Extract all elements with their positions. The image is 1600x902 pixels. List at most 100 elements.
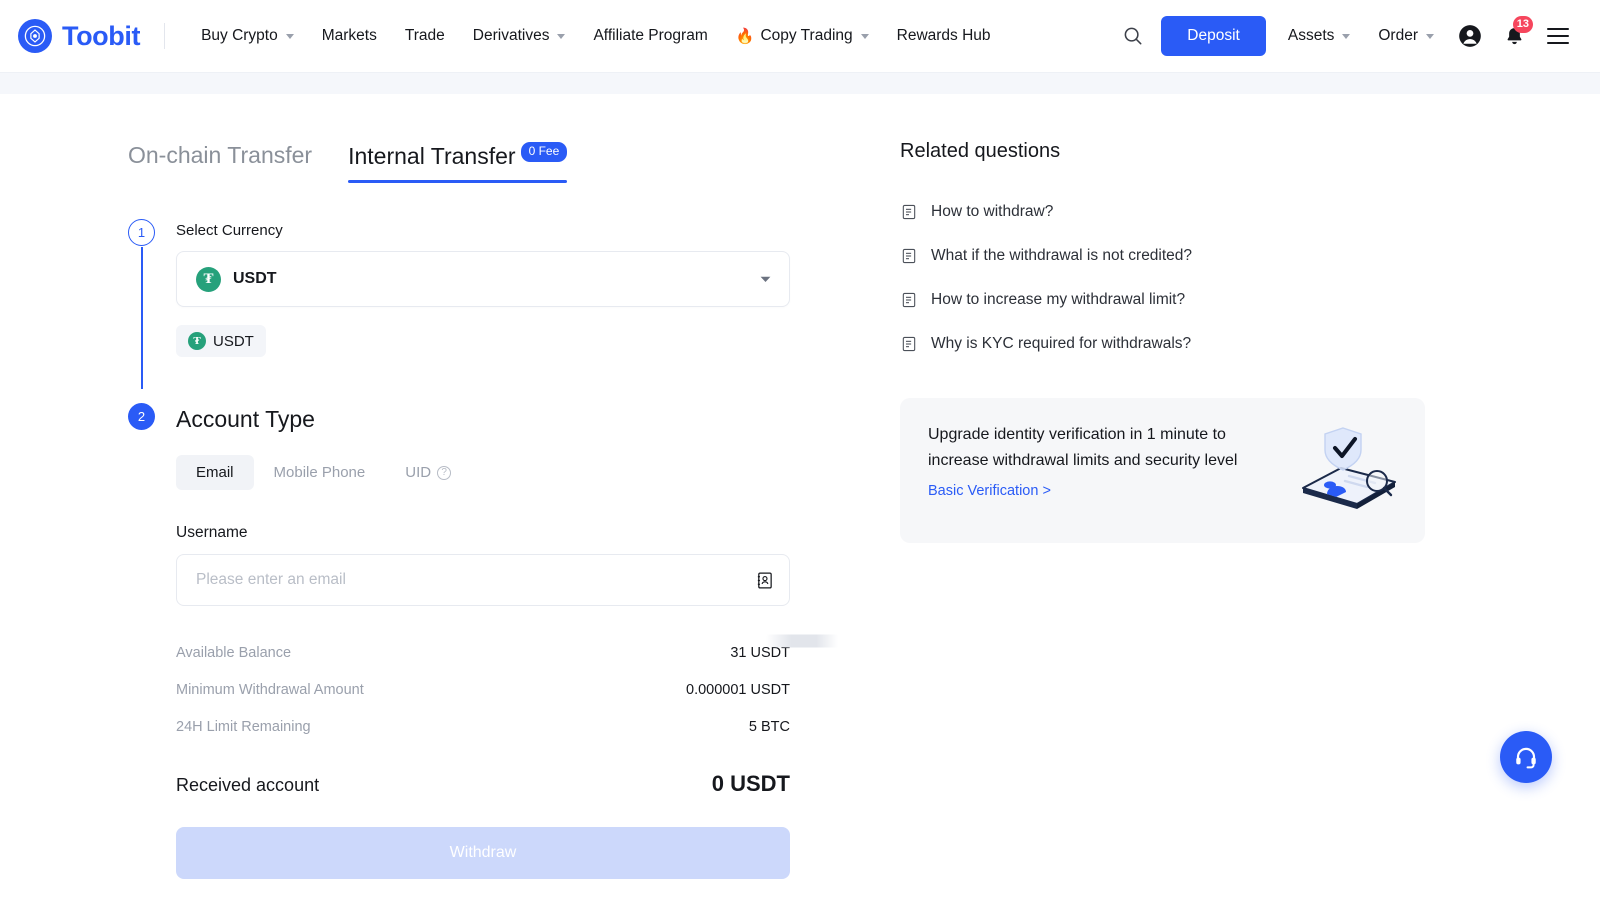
- received-account-value: 0 USDT: [712, 771, 790, 797]
- id-verification-illustration: [1297, 424, 1401, 521]
- nav-item-rewards-hub[interactable]: Rewards Hub: [883, 19, 1005, 53]
- kyc-card-text: Upgrade identity verification in 1 minut…: [928, 422, 1258, 474]
- info-row-24h-limit-remaining: 24H Limit Remaining 5 BTC: [176, 708, 790, 745]
- nav-label: Buy Crypto: [201, 27, 278, 45]
- nav-label: Copy Trading: [760, 27, 852, 45]
- tab-internal-transfer[interactable]: Internal Transfer0 Fee: [348, 142, 567, 183]
- nav-item-copy-trading[interactable]: 🔥 Copy Trading: [722, 19, 883, 53]
- chevron-down-icon: [1426, 34, 1434, 39]
- nav-label: Derivatives: [473, 27, 550, 45]
- step-2-content: Account Type Email Mobile Phone UID ?: [176, 403, 900, 879]
- related-questions-title: Related questions: [900, 140, 1460, 163]
- username-label: Username: [176, 524, 900, 542]
- toobit-logo-icon: [18, 19, 52, 53]
- username-input[interactable]: [196, 571, 754, 589]
- nav-label: Affiliate Program: [593, 27, 707, 45]
- info-value: 0.000001 USDT: [686, 682, 790, 698]
- fire-icon: 🔥: [736, 29, 755, 44]
- selected-currency: USDT: [233, 270, 277, 288]
- nav-item-buy-crypto[interactable]: Buy Crypto: [187, 19, 308, 53]
- kyc-card-body: Upgrade identity verification in 1 minut…: [928, 422, 1258, 500]
- network-chip-usdt[interactable]: ₮ USDT: [176, 325, 266, 357]
- search-button[interactable]: [1111, 14, 1155, 58]
- nav-item-affiliate-program[interactable]: Affiliate Program: [579, 19, 721, 53]
- select-currency-label: Select Currency: [176, 222, 900, 239]
- sidebar-help: Related questions How to withdraw?: [900, 94, 1460, 879]
- nav-item-markets[interactable]: Markets: [308, 19, 391, 53]
- brand-logo[interactable]: Toobit: [18, 19, 140, 53]
- step-2-bullet: 2: [128, 403, 155, 430]
- page-body: On-chain Transfer Internal Transfer0 Fee…: [0, 94, 1600, 879]
- related-question-kyc-required[interactable]: Why is KYC required for withdrawals?: [900, 322, 1460, 366]
- account-type-mobile-phone[interactable]: Mobile Phone: [254, 455, 386, 490]
- menu-button[interactable]: [1536, 14, 1580, 58]
- support-chat-button[interactable]: [1500, 731, 1552, 783]
- related-question-not-credited[interactable]: What if the withdrawal is not credited?: [900, 234, 1460, 278]
- headset-icon: [1513, 744, 1539, 770]
- info-key: Minimum Withdrawal Amount: [176, 682, 364, 698]
- hamburger-icon: [1547, 28, 1569, 44]
- address-book-icon[interactable]: [754, 570, 775, 591]
- usdt-icon: ₮: [196, 267, 221, 292]
- step-1-bullet: 1: [128, 219, 155, 246]
- segment-label: UID: [405, 464, 431, 481]
- nav-item-assets[interactable]: Assets: [1274, 19, 1365, 53]
- nav-item-trade[interactable]: Trade: [391, 19, 459, 53]
- notifications-button[interactable]: 13: [1492, 14, 1536, 58]
- info-key: 24H Limit Remaining: [176, 719, 311, 735]
- info-key: Available Balance: [176, 645, 291, 661]
- account-type-email[interactable]: Email: [176, 455, 254, 490]
- tab-label: On-chain Transfer: [128, 142, 312, 168]
- related-question-label: Why is KYC required for withdrawals?: [931, 335, 1191, 353]
- nav-label: Rewards Hub: [897, 27, 991, 45]
- tab-on-chain-transfer[interactable]: On-chain Transfer: [128, 142, 312, 182]
- nav-item-derivatives[interactable]: Derivatives: [459, 19, 580, 53]
- nav-item-order[interactable]: Order: [1364, 19, 1448, 53]
- currency-select[interactable]: ₮ USDT: [176, 251, 790, 307]
- balance-info-list: Available Balance 31 USDT Minimum Withdr…: [176, 634, 790, 745]
- site-header: Toobit Buy Crypto Markets Trade Derivati…: [0, 0, 1600, 72]
- user-avatar-icon: [1457, 23, 1483, 49]
- account-type-segmented-control: Email Mobile Phone UID ?: [176, 455, 900, 490]
- kyc-upgrade-card[interactable]: Upgrade identity verification in 1 minut…: [900, 398, 1425, 543]
- help-circle-icon[interactable]: ?: [437, 466, 451, 480]
- document-icon: [900, 292, 917, 309]
- assets-label: Assets: [1288, 27, 1335, 45]
- main-nav: Buy Crypto Markets Trade Derivatives Aff…: [187, 19, 1004, 53]
- info-row-available-balance: Available Balance 31 USDT: [176, 634, 790, 671]
- profile-button[interactable]: [1448, 14, 1492, 58]
- search-icon: [1122, 25, 1144, 47]
- related-question-label: How to withdraw?: [931, 203, 1053, 221]
- order-label: Order: [1378, 27, 1418, 45]
- related-question-increase-limit[interactable]: How to increase my withdrawal limit?: [900, 278, 1460, 322]
- withdraw-button[interactable]: Withdraw: [176, 827, 790, 879]
- withdraw-panel: On-chain Transfer Internal Transfer0 Fee…: [0, 94, 900, 879]
- document-icon: [900, 204, 917, 221]
- info-row-minimum-withdrawal-amount: Minimum Withdrawal Amount 0.000001 USDT: [176, 671, 790, 708]
- transfer-tabs: On-chain Transfer Internal Transfer0 Fee: [128, 142, 900, 183]
- step-1-bullet-col: 1: [128, 219, 176, 246]
- username-field-wrapper[interactable]: [176, 554, 790, 606]
- basic-verification-link[interactable]: Basic Verification >: [928, 483, 1051, 499]
- segment-label: Email: [196, 464, 234, 481]
- nav-label: Trade: [405, 27, 445, 45]
- step-1-content: Select Currency ₮ USDT ₮ USDT: [176, 219, 900, 357]
- notification-badge: 13: [1513, 16, 1533, 33]
- related-question-label: What if the withdrawal is not credited?: [931, 247, 1192, 265]
- step-2-bullet-col: 2: [128, 403, 176, 430]
- account-type-uid[interactable]: UID ?: [385, 455, 471, 490]
- withdraw-steps: 1 Select Currency ₮ USDT ₮ USDT: [128, 219, 900, 879]
- chevron-down-icon: [1342, 34, 1350, 39]
- sub-header-strip: [0, 72, 1600, 94]
- received-account-row: Received account 0 USDT: [176, 771, 790, 797]
- related-question-how-to-withdraw[interactable]: How to withdraw?: [900, 190, 1460, 234]
- zero-fee-badge: 0 Fee: [521, 142, 568, 162]
- deposit-button[interactable]: Deposit: [1161, 16, 1266, 56]
- usdt-icon: ₮: [188, 332, 206, 350]
- account-type-title: Account Type: [176, 406, 900, 433]
- chevron-down-icon: [286, 34, 294, 39]
- chevron-down-icon: [760, 270, 771, 288]
- document-icon: [900, 336, 917, 353]
- chevron-down-icon: [861, 34, 869, 39]
- brand-name: Toobit: [62, 21, 140, 52]
